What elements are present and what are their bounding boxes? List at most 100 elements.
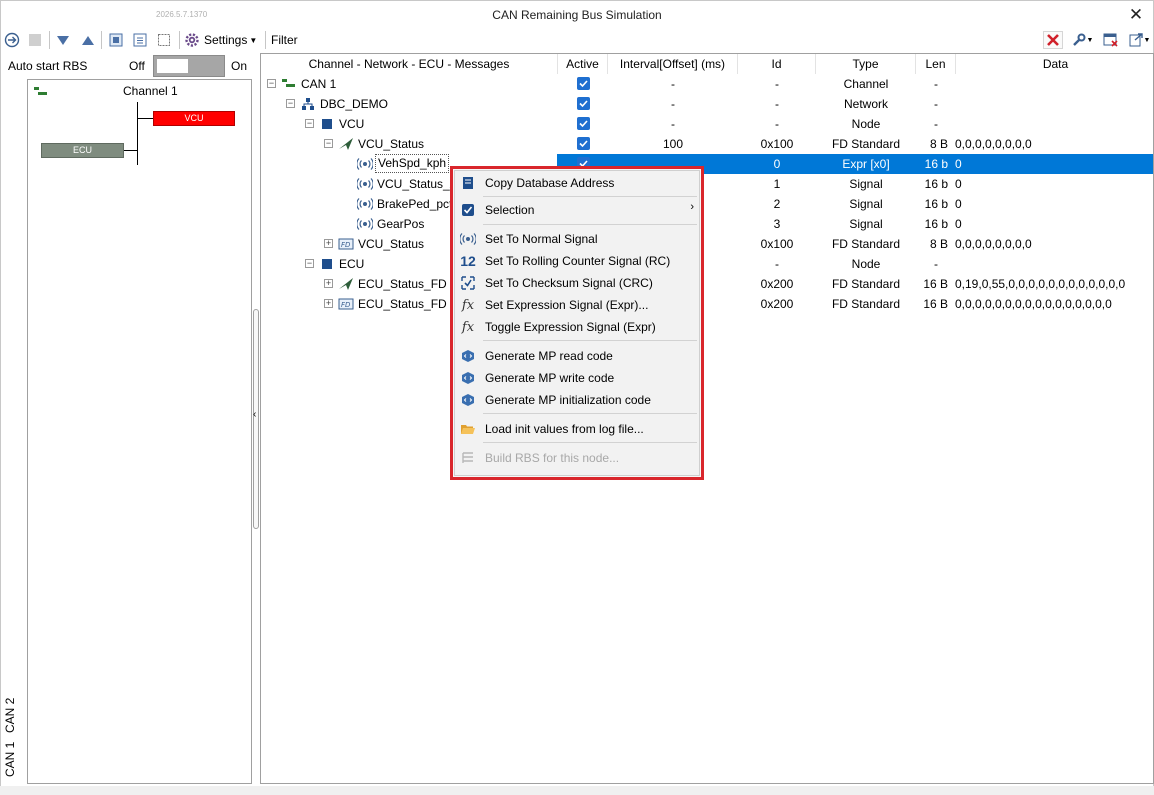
expand-toggle-icon[interactable]: + [324, 299, 333, 308]
collapse-toggle-icon[interactable]: − [305, 259, 314, 268]
vcu-node-block[interactable]: VCU [153, 111, 235, 126]
menu-item-selection[interactable]: Selection › [455, 199, 701, 221]
row-len: 16 b [924, 197, 948, 211]
expand-all-icon[interactable] [54, 31, 72, 49]
menu-item-load-init-values[interactable]: Load init values from log file... [455, 418, 701, 440]
filter-button[interactable]: Filter [271, 31, 305, 49]
header-len[interactable]: Len [916, 54, 956, 74]
menu-item-generate-read-code[interactable]: Generate MP read code [455, 345, 701, 367]
header-id[interactable]: Id [738, 54, 816, 74]
menu-item-set-normal-signal[interactable]: Set To Normal Signal [455, 228, 701, 250]
menu-item-copy-database-address[interactable]: Copy Database Address [455, 172, 701, 194]
menu-item-label: Set To Normal Signal [485, 232, 598, 246]
settings-button[interactable]: Settings ▼ [184, 31, 262, 49]
menu-item-toggle-expression[interactable]: fx Toggle Expression Signal (Expr) [455, 316, 701, 338]
row-data: 0 [955, 157, 962, 171]
collapse-all-icon[interactable] [79, 31, 97, 49]
collapse-toggle-icon[interactable]: − [305, 119, 314, 128]
row-name: ECU_Status_FD [358, 297, 447, 311]
table-row[interactable]: − ECU - Node - [261, 254, 1153, 274]
expand-toggle-icon[interactable]: + [324, 239, 333, 248]
row-len: 16 B [923, 277, 948, 291]
row-len: 8 B [929, 237, 948, 251]
row-type: FD Standard [831, 237, 901, 251]
svg-text:FD: FD [341, 241, 351, 249]
table-row[interactable]: − CAN 1 - - Channel - [261, 74, 1153, 94]
toolbar: Settings ▼ Filter ▼ ▼ [1, 29, 1153, 51]
row-len: - [934, 257, 938, 271]
table-row[interactable]: + FD ECU_Status_FD 0x200 FD Standard 16 … [261, 294, 1153, 314]
active-checkbox[interactable] [577, 77, 590, 90]
row-name: ECU_Status_FD [358, 277, 447, 291]
menu-separator [483, 413, 697, 414]
menu-item-label: Set Expression Signal (Expr)... [485, 298, 649, 312]
row-id: - [775, 97, 779, 111]
menu-item-generate-init-code[interactable]: Generate MP initialization code [455, 389, 701, 411]
ecu-node-block[interactable]: ECU [41, 143, 124, 158]
menu-item-generate-write-code[interactable]: Generate MP write code [455, 367, 701, 389]
chevron-left-icon[interactable]: ‹ [253, 410, 256, 420]
header-active[interactable]: Active [558, 54, 608, 74]
table-row[interactable]: + ECU_Status_FD 0x200 FD Standard 16 B 0… [261, 274, 1153, 294]
row-data: 0 [955, 177, 962, 191]
tools-icon[interactable]: ▼ [1068, 31, 1096, 49]
table-row[interactable]: + FD VCU_Status 0x100 FD Standard 8 B 0,… [261, 234, 1153, 254]
build-icon [460, 450, 476, 466]
deselect-icon[interactable] [155, 31, 173, 49]
menu-separator [483, 224, 697, 225]
table-row-selected[interactable]: VehSpd_kph 0 Expr [x0] 16 b 0 [261, 154, 1153, 174]
menu-item-set-expression[interactable]: fx Set Expression Signal (Expr)... [455, 294, 701, 316]
collapse-toggle-icon[interactable]: − [286, 99, 295, 108]
menu-item-label: Set To Checksum Signal (CRC) [485, 276, 653, 290]
table-row[interactable]: − VCU_Status 100 0x100 FD Standard 8 B 0… [261, 134, 1153, 154]
topology-panel: Channel 1 VCU ECU [27, 79, 252, 784]
table-row[interactable]: BrakePed_pct 2 Signal 16 b 0 [261, 194, 1153, 214]
collapse-toggle-icon[interactable]: − [267, 79, 276, 88]
tab-can-2[interactable]: CAN 2 [3, 695, 23, 735]
table-row[interactable]: − VCU - - Node - [261, 114, 1153, 134]
status-bar [0, 786, 1154, 795]
header-messages[interactable]: Channel - Network - ECU - Messages [261, 54, 558, 74]
title-bar: 2026.5.7.1370 CAN Remaining Bus Simulati… [1, 1, 1153, 29]
panel-splitter[interactable]: ‹ [252, 309, 260, 529]
header-type[interactable]: Type [816, 54, 916, 74]
select-all-icon[interactable] [107, 31, 125, 49]
row-id: 3 [773, 217, 781, 231]
dropdown-arrow-icon: ▼ [1143, 36, 1151, 44]
menu-item-set-rolling-counter[interactable]: 12 Set To Rolling Counter Signal (RC) [455, 250, 701, 272]
table-row[interactable]: − DBC_DEMO - - Network - [261, 94, 1153, 114]
row-len: 16 b [924, 177, 948, 191]
active-checkbox[interactable] [577, 137, 590, 150]
expand-toggle-icon[interactable]: + [324, 279, 333, 288]
delete-icon[interactable] [1043, 31, 1063, 49]
context-menu: Copy Database Address Selection › Set To… [450, 166, 704, 480]
toggle-knob[interactable] [157, 59, 188, 73]
stop-icon[interactable] [26, 31, 44, 49]
go-online-icon[interactable] [3, 31, 21, 49]
active-checkbox[interactable] [577, 97, 590, 110]
folder-open-icon [460, 421, 476, 437]
close-window-button[interactable]: ✕ [1125, 4, 1147, 26]
bus-line [137, 102, 138, 165]
network-icon [300, 96, 316, 112]
menu-item-label: Build RBS for this node... [485, 451, 620, 465]
row-data: 0,0,0,0,0,0,0,0 [955, 137, 1032, 151]
auto-start-label: Auto start RBS [8, 59, 88, 73]
select-list-icon[interactable] [131, 31, 149, 49]
export-icon[interactable]: ▼ [1125, 31, 1153, 49]
header-interval[interactable]: Interval[Offset] (ms) [608, 54, 738, 74]
row-len: 16 b [924, 217, 948, 231]
toolbar-separator [265, 31, 266, 49]
active-checkbox[interactable] [577, 117, 590, 130]
collapse-toggle-icon[interactable]: − [324, 139, 333, 148]
auto-start-toggle[interactable] [153, 55, 225, 77]
tab-can-1[interactable]: CAN 1 [3, 739, 23, 779]
header-data[interactable]: Data [956, 54, 1153, 74]
table-row[interactable]: VCU_Status_A 1 Signal 16 b 0 [261, 174, 1153, 194]
menu-item-set-checksum[interactable]: Set To Checksum Signal (CRC) [455, 272, 701, 294]
menu-separator [483, 442, 697, 443]
table-row[interactable]: GearPos 3 Signal 16 b 0 [261, 214, 1153, 234]
checkbox-icon [460, 202, 476, 218]
dropdown-arrow-icon: ▼ [249, 35, 258, 45]
window-remove-icon[interactable] [1101, 31, 1121, 49]
